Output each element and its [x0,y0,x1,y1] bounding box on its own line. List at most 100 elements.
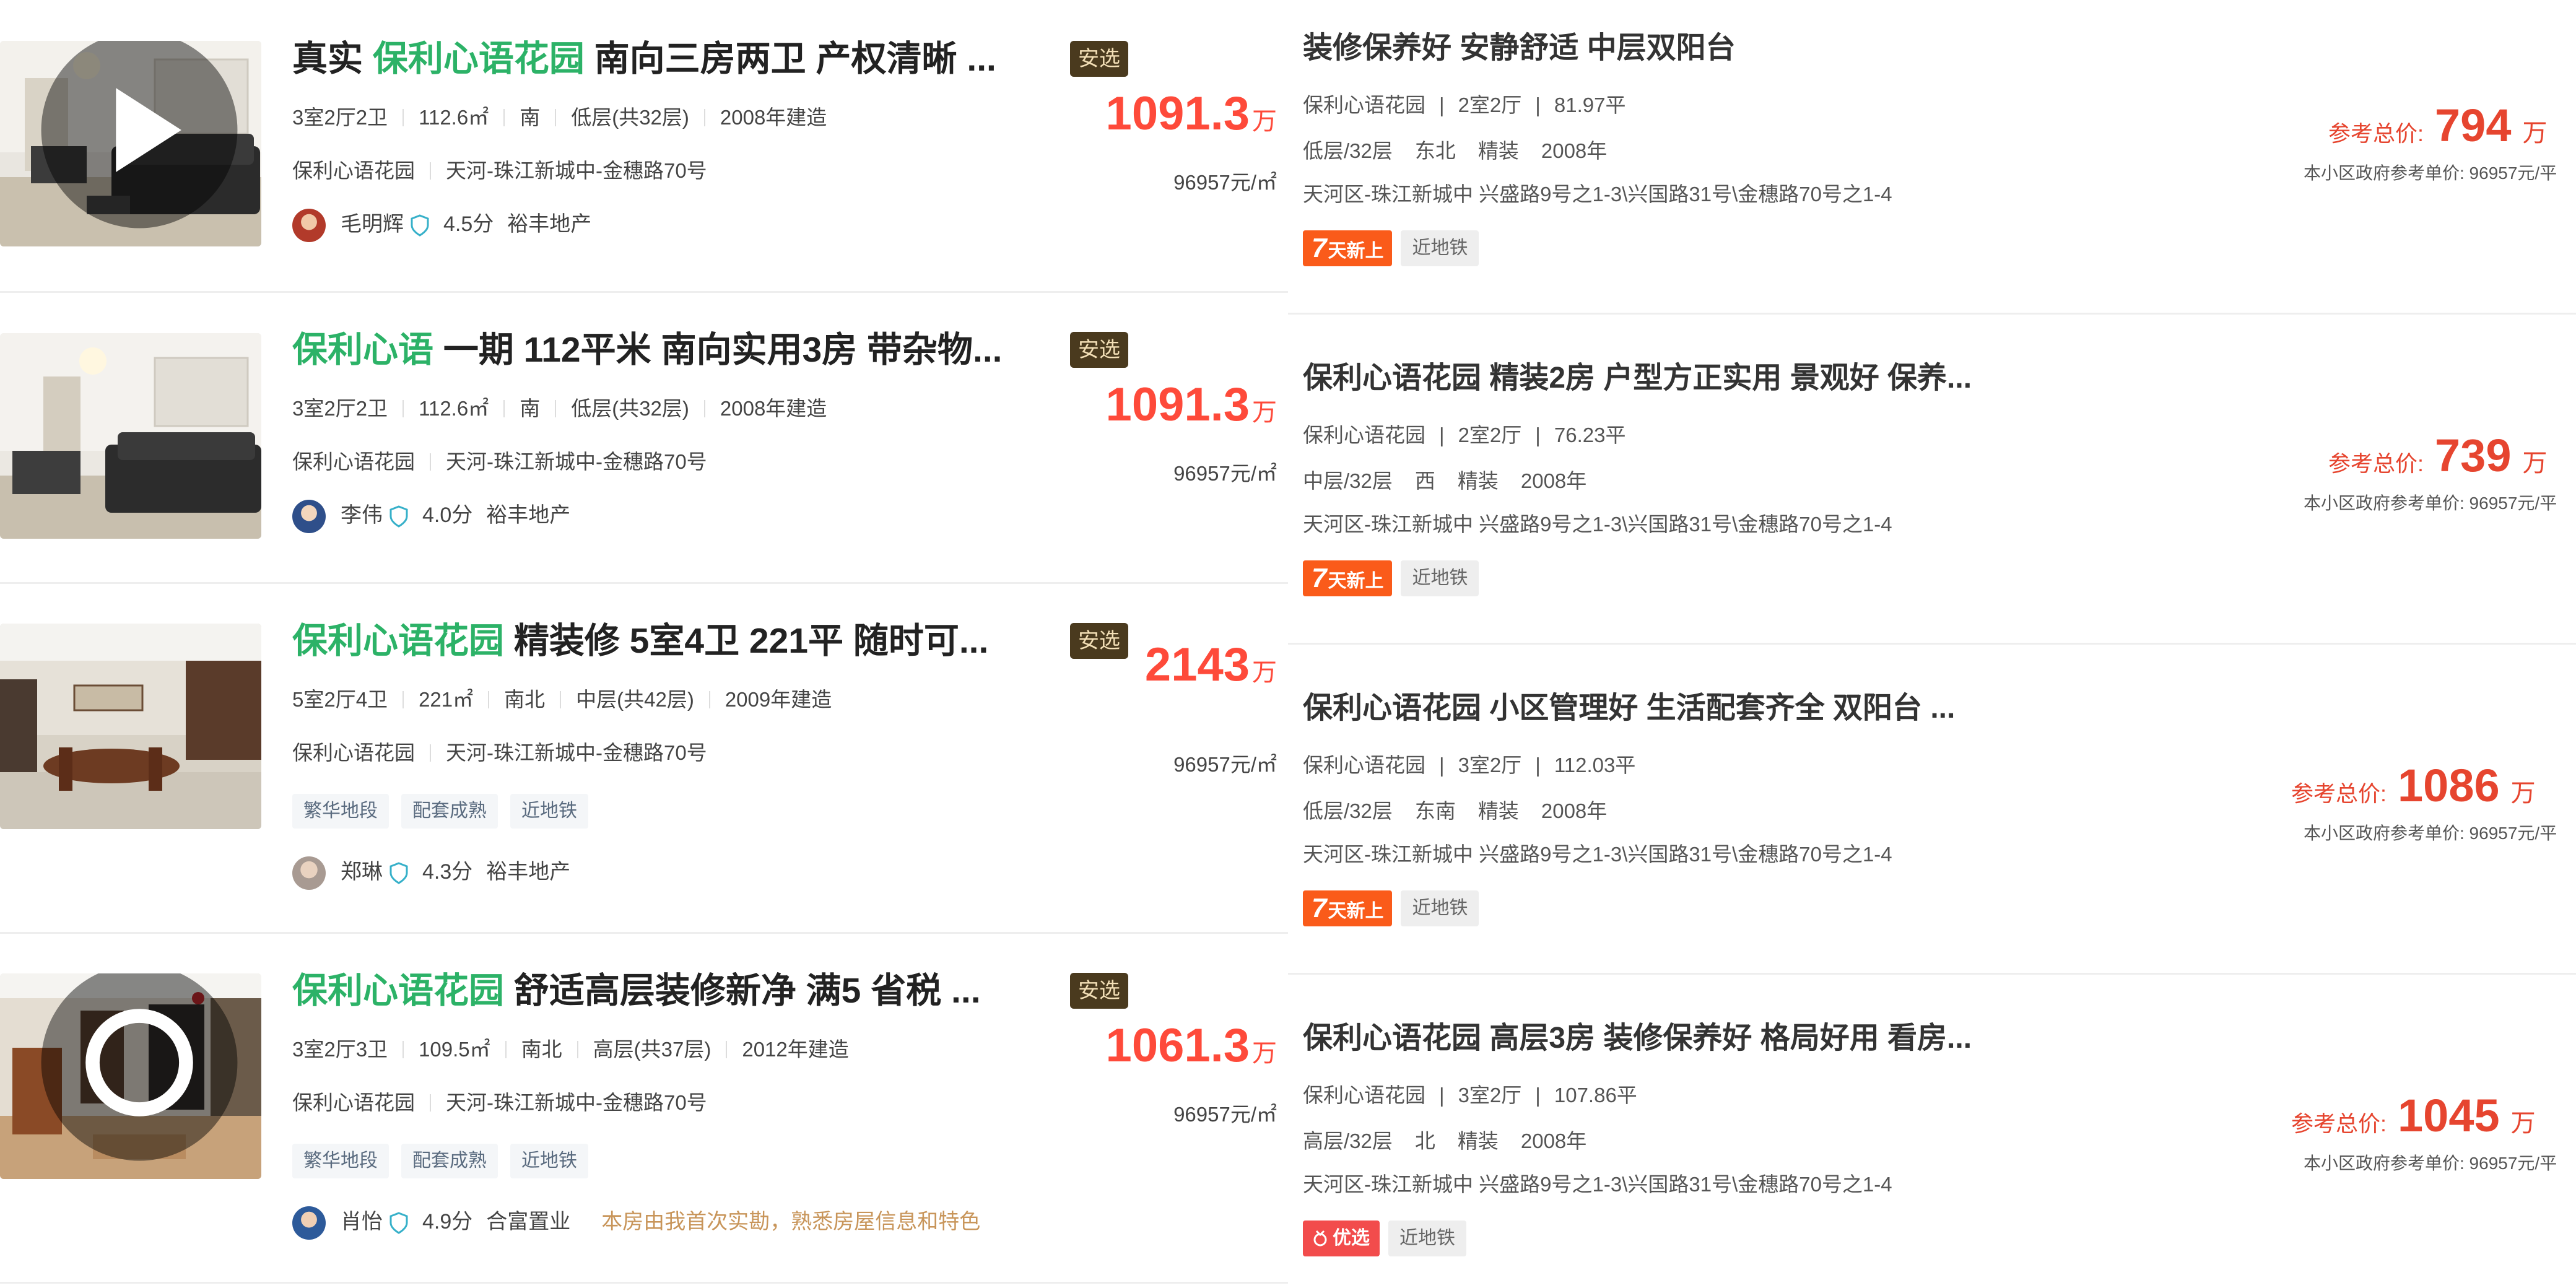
unit-price: 96957元/㎡ [1173,753,1277,776]
unit-price: 96957元/㎡ [1173,462,1277,485]
price-value: 1091.3 [1105,378,1250,431]
floor: 低层/32层 [1303,139,1393,162]
near-subway-tag: 近地铁 [1388,1221,1466,1256]
verified-shield-icon [411,214,429,237]
layout: 2室2厅 [1458,94,1522,116]
area: 81.97平 [1554,94,1626,116]
agent-name[interactable]: 毛明辉 [341,212,404,236]
listing-card[interactable]: 保利心语花园 舒适高层装修新净 满5 省税 ... 安选 3室2厅3卫 109.5… [0,932,1288,1284]
reference-total-price: 参考总价: 794 万 [2328,99,2547,152]
listing-card[interactable]: 保利心语 一期 112平米 南向实用3房 带杂物... 安选 3室2厅2卫 112… [0,291,1288,584]
agent-company: 裕丰地产 [486,860,571,884]
listing-detail-info: 低层/32层 东北 精装 2008年 [1303,137,1607,165]
listing-location: 保利心语花园 天河-珠江新城中-金穗路70号 [292,448,707,476]
attr-orientation: 南北 [521,1038,562,1061]
layout: 2室2厅 [1458,424,1522,446]
reference-unit-price: 本小区政府参考单价: 96957元/平 [2304,824,2557,843]
listing-location: 保利心语花园 天河-珠江新城中-金穗路70号 [292,739,707,767]
orientation: 东南 [1414,799,1456,822]
listing-title[interactable]: 保利心语花园 小区管理好 生活配套齐全 双阳台 ... [1303,690,1955,727]
anxuan-badge: 安选 [1070,973,1128,1009]
community-name[interactable]: 保利心语花园 [1303,1084,1425,1107]
agent-name[interactable]: 李伟 [341,503,383,527]
listing-title[interactable]: 保利心语花园 精装2房 户型方正实用 景观好 保养... [1303,360,1972,397]
new-listing-tag: 7天新上 [1303,560,1393,596]
total-price: 1091.3 万 [1106,378,1277,432]
layout: 3室2厅 [1458,754,1522,777]
area: 76.23平 [1554,424,1626,446]
price-value: 1091.3 [1105,87,1250,140]
new-listing-tag: 7天新上 [1303,890,1393,926]
attr-floor: 高层(共37层) [593,1038,711,1061]
attr-layout: 3室2厅3卫 [292,1038,388,1061]
title-community-highlight: 保利心语 [292,330,433,370]
title-prefix: 真实 [292,39,373,79]
listing-title[interactable]: 装修保养好 安静舒适 中层双阳台 [1303,30,1736,67]
address-text: 天河-珠江新城中-金穗路70号 [446,1091,707,1114]
year: 2008年 [1541,799,1608,822]
attr-floor: 低层(共32层) [571,397,689,420]
attr-orientation: 南北 [504,688,546,711]
anxuan-badge: 安选 [1070,332,1128,368]
listing-card[interactable]: 保利心语花园 精装修 5室4卫 221平 随时可... 安选 5室2厅4卫 221… [0,582,1288,934]
listing-basic-info: 保利心语花园 | 3室2厅 | 107.86平 [1303,1084,1637,1107]
community-name[interactable]: 保利心语花园 [1303,424,1425,446]
video-play-icon[interactable] [9,41,261,233]
community-name[interactable]: 保利心语花园 [1303,754,1425,777]
price-unit: 万 [1252,399,1277,426]
reference-listing-card[interactable]: 保利心语花园 精装2房 户型方正实用 景观好 保养... 保利心语花园 | 2室2厅… [1288,313,2576,645]
agent-name[interactable]: 肖怡 [341,1210,383,1234]
decoration: 精装 [1457,469,1499,492]
price-unit: 万 [1252,1040,1277,1067]
listing-photo[interactable] [0,41,261,246]
listing-title[interactable]: 保利心语花园 精装修 5室4卫 221平 随时可... [292,619,988,663]
listing-title[interactable]: 保利心语花园 高层3房 装修保养好 格局好用 看房... [1303,1020,1972,1057]
listing-photo[interactable] [0,624,261,829]
reference-listing-card[interactable]: 保利心语花园 高层3房 装修保养好 格局好用 看房... 保利心语花园 | 3室2厅… [1288,973,2576,1288]
listing-detail-info: 高层/32层北精装 2008年 [1303,1128,1586,1155]
attr-layout: 3室2厅2卫 [292,106,388,129]
feature-tag: 繁华地段 [292,794,389,829]
agent-avatar[interactable] [292,209,326,243]
listing-title[interactable]: 保利心语 一期 112平米 南向实用3房 带杂物... [292,328,1003,372]
listing-photo[interactable] [0,333,261,539]
vr-tour-icon[interactable] [9,973,261,1165]
orientation: 东北 [1414,139,1456,162]
agent-avatar[interactable] [292,1206,326,1240]
community-link[interactable]: 保利心语花园 [292,1091,415,1114]
year: 2008年 [1520,469,1587,492]
listing-card[interactable]: 真实 保利心语花园 南向三房两卫 产权清晰 ... 安选 3室2厅2卫 112.6… [0,0,1288,293]
feature-tags: 繁华地段 配套成熟 近地铁 [292,794,601,829]
community-link[interactable]: 保利心语花园 [292,741,415,764]
listing-title[interactable]: 真实 保利心语花园 南向三房两卫 产权清晰 ... [292,37,996,80]
attr-area: 221㎡ [419,688,474,711]
medal-icon [1313,1230,1327,1247]
reference-total-price: 参考总价: 739 万 [2328,429,2547,482]
agent-name[interactable]: 郑琳 [341,860,383,884]
near-subway-tag: 近地铁 [1401,560,1479,596]
price-unit: 万 [1252,108,1277,135]
community-name[interactable]: 保利心语花园 [1303,94,1425,116]
listing-attributes: 3室2厅3卫 109.5㎡ 南北 高层(共37层) 2012年建造 [292,1036,849,1063]
listing-address: 天河区-珠江新城中 兴盛路9号之1-3\兴国路31号\金穗路70号之1-4 [1303,513,1892,536]
community-link[interactable]: 保利心语花园 [292,450,415,473]
listing-tags: 7天新上 近地铁 [1303,890,1479,926]
listing-photo[interactable] [0,973,261,1179]
address-text: 天河-珠江新城中-金穗路70号 [446,450,707,473]
attr-floor: 低层(共32层) [571,106,689,129]
agent-avatar[interactable] [292,856,326,890]
reference-listing-card[interactable]: 装修保养好 安静舒适 中层双阳台 保利心语花园 | 2室2厅 | 81.97平 低层/3… [1288,0,2576,315]
decoration: 精装 [1457,1129,1499,1152]
attr-layout: 3室2厅2卫 [292,397,388,420]
community-link[interactable]: 保利心语花园 [292,159,415,182]
listing-title[interactable]: 保利心语花园 舒适高层装修新净 满5 省税 ... [292,969,981,1012]
orientation: 西 [1414,469,1435,492]
year: 2008年 [1541,139,1608,162]
listing-address: 天河区-珠江新城中 兴盛路9号之1-3\兴国路31号\金穗路70号之1-4 [1303,843,1892,866]
agent-company: 裕丰地产 [507,212,592,236]
total-price: 2143 万 [1145,638,1277,692]
title-rest: 精装修 5室4卫 221平 随时可... [504,621,989,661]
agent-avatar[interactable] [292,500,326,534]
reference-listing-card[interactable]: 保利心语花园 小区管理好 生活配套齐全 双阳台 ... 保利心语花园 | 3室2厅 |… [1288,643,2576,975]
agent-company: 合富置业 [486,1210,571,1234]
